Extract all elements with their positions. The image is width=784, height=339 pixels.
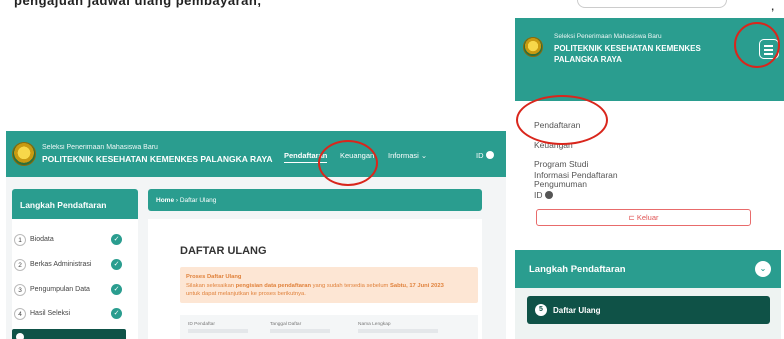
site-title[interactable]: POLITEKNIK KESEHATAN KEMENKES PALANGKA R…: [42, 154, 272, 164]
site-subtitle: Seleksi Penerimaan Mahasiswa Baru: [42, 144, 158, 151]
step-number: 1: [14, 234, 26, 246]
step-biodata[interactable]: 1 Biodata ✓: [14, 234, 126, 248]
step-daftar-ulang[interactable]: 5 Daftar Ulang: [527, 296, 770, 324]
step-number: 3: [14, 284, 26, 296]
check-icon: ✓: [111, 284, 122, 295]
mobile-language-switcher[interactable]: ID: [534, 190, 553, 200]
nav-informasi[interactable]: Informasi ⌄: [388, 151, 427, 160]
step-hasil-seleksi[interactable]: 4 Hasil Seleksi ✓: [14, 308, 126, 322]
poltekkes-logo-icon: [12, 142, 36, 166]
steps-panel-body: 5 Daftar Ulang: [515, 288, 781, 339]
content-card: DAFTAR ULANG Proses Daftar Ulang Silakan…: [148, 219, 482, 339]
alert-title: Proses Daftar Ulang: [186, 274, 242, 280]
language-label: ID: [534, 190, 543, 200]
language-switcher[interactable]: ID: [476, 151, 494, 160]
site-subtitle: Seleksi Penerimaan Mahasiswa Baru: [554, 33, 662, 40]
sidebar-heading: Langkah Pendaftaran: [12, 189, 138, 219]
breadcrumb: Home › Daftar Ulang: [148, 189, 482, 211]
annotation-circle-keuangan-desktop: [318, 140, 378, 186]
steps-panel-title: Langkah Pendaftaran: [529, 264, 626, 275]
step-berkas-administrasi[interactable]: 2 Berkas Administrasi ✓: [14, 259, 126, 273]
blurred-value: [188, 329, 248, 333]
col-tanggal-daftar: Tanggal Daftar: [270, 322, 302, 327]
check-icon: ✓: [111, 234, 122, 245]
alert-text-line2: untuk dapat melanjutkan ke proses beriku…: [186, 291, 306, 297]
breadcrumb-separator: ›: [175, 197, 179, 204]
step-number: 5: [535, 304, 547, 316]
step-label: Hasil Seleksi: [30, 310, 71, 317]
step-label: Berkas Administrasi: [30, 261, 92, 268]
cropped-text-strip: pengajuan jadwal ulang pembayaran,: [0, 0, 500, 18]
step-pengumpulan-data[interactable]: 3 Pengumpulan Data ✓: [14, 284, 126, 298]
step-label: Biodata: [30, 236, 54, 243]
site-title[interactable]: POLITEKNIK KESEHATAN KEMENKES PALANGKA R…: [554, 43, 734, 65]
annotation-circle-keuangan-mobile: [516, 95, 608, 145]
page-title: DAFTAR ULANG: [180, 245, 267, 257]
globe-icon: [485, 151, 494, 159]
deadline-alert: Proses Daftar Ulang Silakan selesaikan p…: [180, 267, 478, 303]
mobile-nav-program-studi[interactable]: Program Studi: [534, 159, 588, 169]
chevron-down-icon[interactable]: ⌄: [755, 261, 771, 277]
blurred-value: [358, 329, 438, 333]
step-active-daftar-ulang[interactable]: [12, 329, 126, 339]
cropped-text: pengajuan jadwal ulang pembayaran,: [14, 0, 262, 8]
desktop-navbar: Seleksi Penerimaan Mahasiswa Baru POLITE…: [6, 131, 506, 177]
mobile-top-bar: ,: [511, 0, 784, 18]
status-mark: ,: [771, 2, 774, 13]
logout-button[interactable]: ⊏ Keluar: [536, 209, 751, 226]
alert-text-b: pengisian data pendaftaran: [235, 283, 312, 289]
globe-icon: [544, 191, 553, 199]
url-bar[interactable]: [577, 0, 727, 8]
breadcrumb-current: Daftar Ulang: [179, 197, 217, 204]
step-label: Daftar Ulang: [553, 306, 601, 315]
check-icon: ✓: [111, 259, 122, 270]
check-icon: ✓: [111, 308, 122, 319]
step-number: 4: [14, 308, 26, 320]
alert-text-c: yang sudah tersedia sebelum: [312, 283, 389, 289]
steps-panel-header[interactable]: Langkah Pendaftaran ⌄: [515, 250, 781, 288]
breadcrumb-home[interactable]: Home: [156, 197, 174, 204]
alert-deadline-date: Sabtu, 17 Juni 2023: [390, 283, 444, 289]
alert-text-a: Silakan selesaikan: [186, 283, 235, 289]
col-id-pendaftar: ID Pendaftar: [188, 322, 215, 327]
step-number: 2: [14, 259, 26, 271]
step-dot-icon: [16, 333, 24, 339]
registrant-table-header: ID Pendaftar Tanggal Daftar Nama Lengkap: [180, 315, 478, 339]
step-label: Pengumpulan Data: [30, 286, 90, 293]
blurred-value: [270, 329, 330, 333]
desktop-screenshot: Seleksi Penerimaan Mahasiswa Baru POLITE…: [6, 131, 506, 339]
poltekkes-logo-icon: [523, 37, 543, 57]
annotation-circle-hamburger: [734, 22, 780, 68]
language-label: ID: [476, 151, 484, 160]
col-nama-lengkap: Nama Lengkap: [358, 322, 391, 327]
mobile-nav-informasi[interactable]: Informasi Pendaftaran: [534, 170, 618, 180]
mobile-nav-pengumuman[interactable]: Pengumuman: [534, 179, 587, 189]
